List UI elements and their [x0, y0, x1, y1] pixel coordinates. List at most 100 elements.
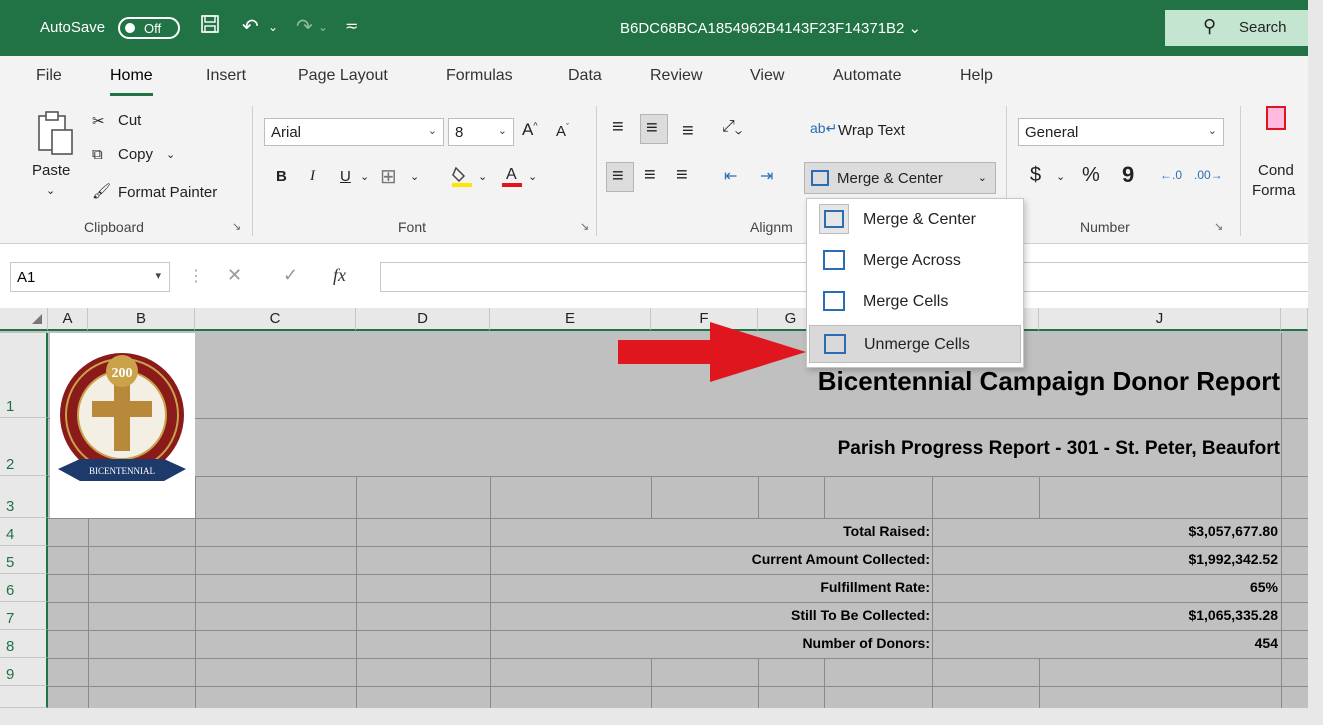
number-launcher-icon[interactable]: ↘: [1214, 220, 1223, 233]
summary-value[interactable]: 454: [1255, 635, 1278, 651]
tab-insert[interactable]: Insert: [206, 67, 246, 85]
font-color-icon[interactable]: A: [500, 162, 524, 192]
summary-label[interactable]: Fulfillment Rate:: [820, 579, 930, 595]
row-header-1[interactable]: 1: [0, 333, 48, 418]
align-left-button[interactable]: ≡: [606, 162, 634, 192]
name-box[interactable]: A1 ▾: [10, 262, 170, 292]
summary-value[interactable]: $1,065,335.28: [1188, 607, 1278, 623]
row-header-10[interactable]: [0, 686, 48, 708]
menu-item-merge-across[interactable]: Merge Across: [809, 242, 1021, 280]
summary-label[interactable]: Still To Be Collected:: [791, 607, 930, 623]
conditional-formatting-line2[interactable]: Forma: [1252, 182, 1295, 199]
underline-dropdown-icon[interactable]: ⌄: [360, 170, 369, 183]
tab-automate[interactable]: Automate: [833, 67, 901, 85]
menu-item-merge-center[interactable]: Merge & Center: [809, 201, 1021, 239]
row-header-9[interactable]: 9: [0, 658, 48, 686]
conditional-formatting-icon[interactable]: [1266, 106, 1286, 130]
tab-page-layout[interactable]: Page Layout: [298, 67, 388, 85]
increase-font-icon[interactable]: A^: [522, 120, 538, 140]
column-header-k[interactable]: [1281, 308, 1308, 331]
borders-icon[interactable]: ⊞: [380, 164, 397, 189]
row-header-2[interactable]: 2: [0, 418, 48, 476]
copy-button[interactable]: Copy: [118, 146, 153, 163]
row-header-7[interactable]: 7: [0, 602, 48, 630]
comma-button[interactable]: 9: [1122, 162, 1134, 188]
redo-icon[interactable]: ↷: [296, 14, 313, 40]
increase-indent-icon[interactable]: ⇥: [760, 166, 773, 186]
row-header-4[interactable]: 4: [0, 518, 48, 546]
fill-color-icon[interactable]: [450, 164, 474, 192]
font-launcher-icon[interactable]: ↘: [580, 220, 589, 233]
copy-dropdown-icon[interactable]: ⌄: [166, 148, 175, 161]
align-top-icon[interactable]: ≡: [612, 116, 624, 139]
cut-button[interactable]: Cut: [118, 112, 141, 129]
align-right-icon[interactable]: ≡: [676, 164, 688, 187]
enter-icon[interactable]: ✓: [283, 265, 298, 286]
tab-file[interactable]: File: [36, 67, 62, 85]
report-title[interactable]: Bicentennial Campaign Donor Report: [818, 366, 1280, 397]
summary-value[interactable]: 65%: [1250, 579, 1278, 595]
select-all-corner[interactable]: [0, 308, 48, 331]
paste-button[interactable]: Paste: [32, 162, 70, 179]
format-painter-button[interactable]: Format Painter: [118, 184, 217, 201]
column-header-b[interactable]: B: [88, 308, 195, 331]
row-header-5[interactable]: 5: [0, 546, 48, 574]
tab-data[interactable]: Data: [568, 67, 602, 85]
column-header-j[interactable]: J: [1039, 308, 1281, 331]
row-header-3[interactable]: 3: [0, 476, 48, 518]
paste-icon[interactable]: [36, 110, 76, 160]
merge-center-button[interactable]: Merge & Center ⌄: [804, 162, 996, 194]
row-header-6[interactable]: 6: [0, 574, 48, 602]
tab-home[interactable]: Home: [110, 67, 153, 96]
increase-decimal-icon[interactable]: ←.0: [1160, 168, 1182, 182]
decrease-decimal-icon[interactable]: .00→: [1194, 168, 1223, 182]
align-bottom-icon[interactable]: ≡: [682, 120, 694, 143]
tab-formulas[interactable]: Formulas: [446, 67, 513, 85]
tab-review[interactable]: Review: [650, 67, 702, 85]
column-header-d[interactable]: D: [356, 308, 490, 331]
cancel-icon[interactable]: ✕: [227, 265, 242, 286]
font-name-select[interactable]: Arial ⌄: [264, 118, 444, 146]
undo-dropdown-icon[interactable]: ⌄: [268, 14, 278, 40]
redo-dropdown-icon[interactable]: ⌄: [318, 14, 328, 40]
clipboard-launcher-icon[interactable]: ↘: [232, 220, 241, 233]
underline-button[interactable]: U: [340, 168, 351, 185]
document-title[interactable]: B6DC68BCA1854962B4143F23F14371B2 ⌄: [620, 19, 921, 37]
currency-button[interactable]: $: [1030, 164, 1041, 187]
undo-icon[interactable]: ↶: [242, 14, 259, 40]
summary-value[interactable]: $1,992,342.52: [1188, 551, 1278, 567]
summary-label[interactable]: Total Raised:: [843, 523, 930, 539]
currency-dropdown-icon[interactable]: ⌄: [1056, 170, 1065, 183]
wrap-text-button[interactable]: Wrap Text: [838, 122, 905, 139]
logo-cell[interactable]: 200 BICENTENNIAL: [50, 333, 195, 518]
font-color-dropdown-icon[interactable]: ⌄: [528, 170, 537, 183]
orientation-icon[interactable]: ⤢⌄: [722, 118, 742, 136]
customize-qat-icon[interactable]: ≂: [345, 14, 358, 40]
bold-button[interactable]: B: [276, 168, 287, 185]
fill-dropdown-icon[interactable]: ⌄: [478, 170, 487, 183]
paste-dropdown-icon[interactable]: ⌄: [46, 184, 55, 197]
column-header-c[interactable]: C: [195, 308, 356, 331]
decrease-indent-icon[interactable]: ⇤: [724, 166, 737, 186]
report-subtitle[interactable]: Parish Progress Report - 301 - St. Peter…: [838, 438, 1280, 460]
align-middle-button[interactable]: ≡: [640, 114, 668, 144]
font-size-select[interactable]: 8 ⌄: [448, 118, 514, 146]
search-box[interactable]: ⚲ Search: [1165, 10, 1308, 46]
menu-item-unmerge-cells[interactable]: Unmerge Cells: [809, 325, 1021, 363]
conditional-formatting-line1[interactable]: Cond: [1258, 162, 1294, 179]
tab-view[interactable]: View: [750, 67, 784, 85]
italic-button[interactable]: I: [310, 168, 315, 185]
save-icon[interactable]: [200, 14, 220, 41]
menu-item-merge-cells[interactable]: Merge Cells: [809, 283, 1021, 321]
summary-value[interactable]: $3,057,677.80: [1188, 523, 1278, 539]
align-center-icon[interactable]: ≡: [644, 164, 656, 187]
decrease-font-icon[interactable]: Aˇ: [556, 122, 569, 140]
borders-dropdown-icon[interactable]: ⌄: [410, 170, 419, 183]
tab-help[interactable]: Help: [960, 67, 993, 85]
summary-label[interactable]: Number of Donors:: [802, 635, 930, 651]
insert-function-icon[interactable]: fx: [333, 265, 346, 286]
column-header-a[interactable]: A: [48, 308, 88, 331]
row-header-8[interactable]: 8: [0, 630, 48, 658]
number-format-select[interactable]: General ⌄: [1018, 118, 1224, 146]
percent-button[interactable]: %: [1082, 164, 1100, 187]
